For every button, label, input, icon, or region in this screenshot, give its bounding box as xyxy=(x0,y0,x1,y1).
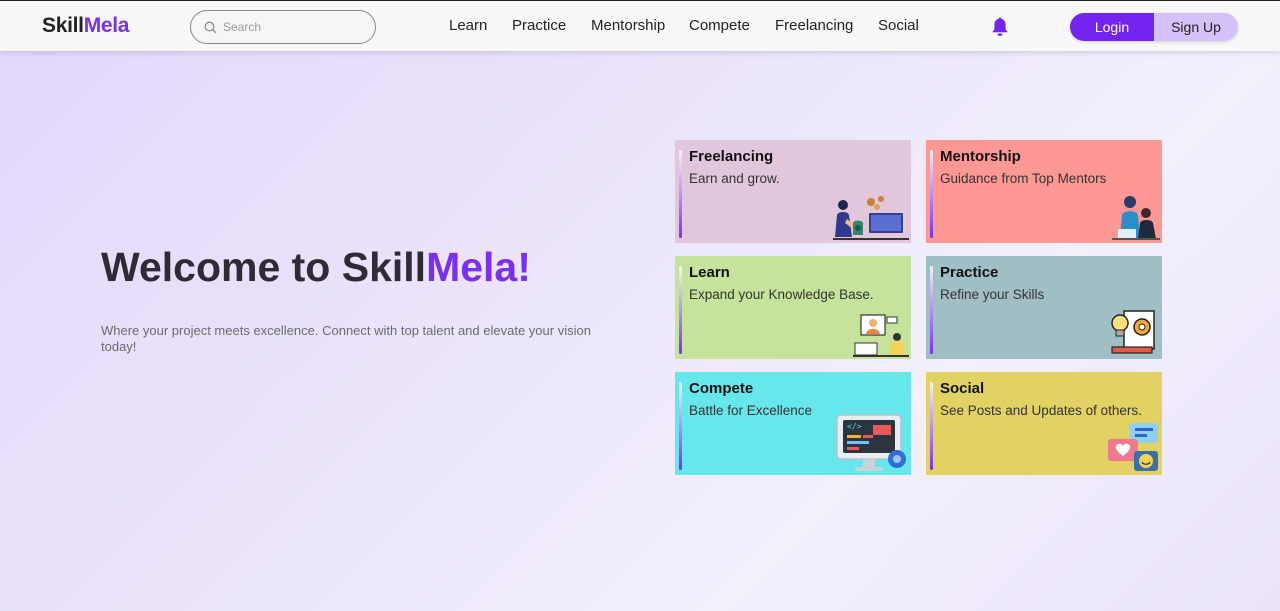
chat-heart-icon xyxy=(1108,423,1158,471)
card-learn[interactable]: Learn Expand your Knowledge Base. xyxy=(675,256,911,359)
card-accent-bar xyxy=(679,266,682,354)
lightbulb-gear-icon xyxy=(1111,310,1155,354)
nav-link-mentorship[interactable]: Mentorship xyxy=(591,17,665,34)
card-title: Freelancing xyxy=(689,148,774,165)
brand-name-part2: Mela xyxy=(83,14,130,37)
card-description: Earn and grow. xyxy=(689,171,780,186)
card-accent-bar xyxy=(930,382,933,470)
card-practice[interactable]: Practice Refine your Skills xyxy=(926,256,1162,359)
auth-buttons: Login Sign Up xyxy=(1070,13,1238,41)
nav-link-learn[interactable]: Learn xyxy=(449,17,487,34)
notification-bell-icon[interactable] xyxy=(990,16,1010,38)
mentor-meeting-icon xyxy=(1112,196,1160,240)
card-title: Mentorship xyxy=(940,148,1021,165)
code-monitor-icon: </> xyxy=(836,414,906,471)
card-description: Refine your Skills xyxy=(940,287,1045,302)
nav-link-social[interactable]: Social xyxy=(878,17,919,34)
signup-button[interactable]: Sign Up xyxy=(1154,13,1238,41)
card-freelancing[interactable]: Freelancing Earn and grow. xyxy=(675,140,911,243)
video-class-icon xyxy=(853,314,909,357)
card-description: Battle for Excellence xyxy=(689,403,813,418)
card-compete[interactable]: Compete Battle for Excellence </> xyxy=(675,372,911,475)
card-accent-bar xyxy=(679,150,682,238)
card-title: Compete xyxy=(689,380,754,397)
hero-title: Welcome to SkillMela! xyxy=(101,244,531,291)
search-icon xyxy=(204,21,217,34)
card-accent-bar xyxy=(679,382,682,470)
nav-link-practice[interactable]: Practice xyxy=(512,17,566,34)
search-input[interactable] xyxy=(223,17,363,37)
card-title: Learn xyxy=(689,264,730,281)
card-accent-bar xyxy=(930,266,933,354)
nav-link-compete[interactable]: Compete xyxy=(689,17,750,34)
card-description: Expand your Knowledge Base. xyxy=(689,287,874,302)
brand-name-part1: Skill xyxy=(42,14,84,37)
card-accent-bar xyxy=(930,150,933,238)
card-title: Practice xyxy=(940,264,999,281)
svg-text:</>: </> xyxy=(847,422,862,431)
brand-logo[interactable]: SkillMela xyxy=(42,14,129,38)
hero-title-prefix: Welcome to Skill xyxy=(101,244,427,290)
card-mentorship[interactable]: Mentorship Guidance from Top Mentors xyxy=(926,140,1162,243)
hero-title-accent: Mela! xyxy=(426,244,531,290)
search-box[interactable] xyxy=(190,10,376,44)
hero-subtitle: Where your project meets excellence. Con… xyxy=(101,323,591,354)
card-description: Guidance from Top Mentors xyxy=(940,171,1107,186)
freelancer-money-icon xyxy=(833,196,909,240)
card-description: See Posts and Updates of others. xyxy=(940,403,1142,418)
card-social[interactable]: Social See Posts and Updates of others. xyxy=(926,372,1162,475)
login-button[interactable]: Login xyxy=(1070,13,1154,41)
nav-link-freelancing[interactable]: Freelancing xyxy=(775,17,853,34)
card-title: Social xyxy=(940,380,985,397)
top-navbar: SkillMela Learn Practice Mentorship Comp… xyxy=(0,0,1280,51)
